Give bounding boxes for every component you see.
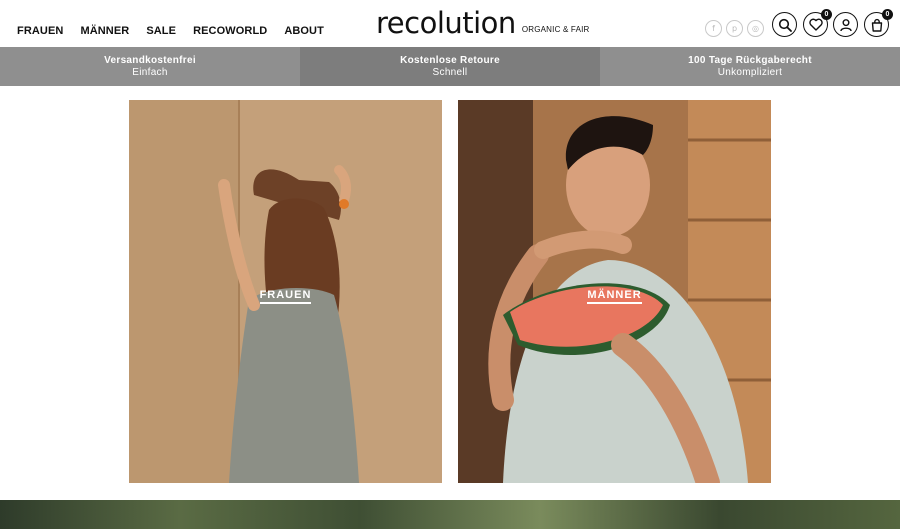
main-nav: FRAUEN MÄNNER SALE RECOWORLD ABOUT [17,25,341,37]
logo-tagline: ORGANIC & FAIR [521,25,590,34]
account-button[interactable] [833,12,858,37]
usp-title: 100 Tage Rückgaberecht [688,55,812,66]
wishlist-button[interactable]: 0 [803,9,832,37]
cart-count-badge: 0 [882,9,893,20]
search-icon [778,18,792,32]
nav-item-about[interactable]: ABOUT [284,25,324,37]
pinterest-icon[interactable]: p [726,20,743,37]
usp-return-period: 100 Tage Rückgaberecht Unkompliziert [600,47,900,86]
usp-title: Versandkostenfrei [104,55,196,66]
shopping-bag-icon [871,18,882,32]
usp-subtitle: Unkompliziert [717,67,783,78]
usp-title: Kostenlose Retoure [400,55,500,66]
category-tile-men[interactable]: MÄNNER [458,100,771,483]
heart-icon [808,18,823,31]
brand-logo[interactable]: recolution ORGANIC & FAIR [376,6,590,40]
nav-item-maenner[interactable]: MÄNNER [80,25,129,37]
usp-free-returns: Kostenlose Retoure Schnell [300,47,600,86]
category-tile-women[interactable]: FRAUEN [129,100,442,483]
site-header: FRAUEN MÄNNER SALE RECOWORLD ABOUT recol… [0,0,900,47]
cart-button[interactable]: 0 [864,9,893,37]
facebook-icon[interactable]: f [705,20,722,37]
hero-banner-foliage-photo [0,500,900,529]
usp-bar: Versandkostenfrei Einfach Kostenlose Ret… [0,47,900,86]
tile-label-women: FRAUEN [129,285,442,304]
tile-label-men: MÄNNER [458,285,771,304]
nav-item-sale[interactable]: SALE [146,25,176,37]
usp-free-shipping: Versandkostenfrei Einfach [0,47,300,86]
logo-wordmark: recolution [376,6,516,40]
instagram-icon[interactable]: ◎ [747,20,764,37]
wishlist-count-badge: 0 [821,9,832,20]
search-button[interactable] [772,12,797,37]
usp-subtitle: Schnell [432,67,468,78]
nav-item-recoworld[interactable]: RECOWORLD [193,25,267,37]
nav-item-frauen[interactable]: FRAUEN [17,25,63,37]
usp-subtitle: Einfach [132,67,168,78]
user-icon [839,18,852,31]
